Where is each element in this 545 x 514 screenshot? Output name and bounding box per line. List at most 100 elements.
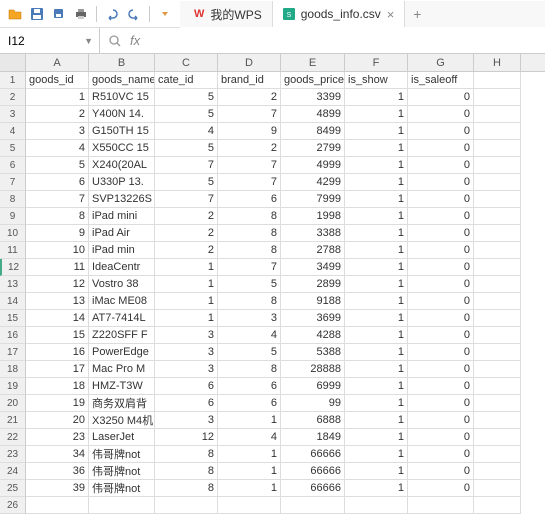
cell[interactable]: 0 <box>408 344 474 361</box>
cell[interactable]: iMac ME08 <box>89 293 155 310</box>
cell[interactable] <box>474 276 521 293</box>
cell[interactable]: 6999 <box>281 378 345 395</box>
cell[interactable]: 4 <box>218 429 281 446</box>
cell[interactable]: X3250 M4机 <box>89 412 155 429</box>
cell[interactable]: 5 <box>155 174 218 191</box>
cell[interactable] <box>474 242 521 259</box>
cell[interactable]: 1 <box>218 480 281 497</box>
cell[interactable] <box>474 225 521 242</box>
row-header[interactable]: 19 <box>0 378 26 395</box>
cell[interactable]: 6 <box>218 378 281 395</box>
cell[interactable] <box>474 89 521 106</box>
row-header[interactable]: 20 <box>0 395 26 412</box>
cell[interactable]: 伟哥牌not <box>89 446 155 463</box>
col-header[interactable]: C <box>155 54 218 71</box>
row-header[interactable]: 23 <box>0 446 26 463</box>
cell[interactable]: iPad mini <box>89 208 155 225</box>
cell[interactable]: 1 <box>218 463 281 480</box>
cell[interactable] <box>474 361 521 378</box>
row-header[interactable]: 16 <box>0 327 26 344</box>
cell[interactable]: 2 <box>155 225 218 242</box>
dropdown-icon[interactable] <box>156 5 174 23</box>
cell[interactable]: 9 <box>218 123 281 140</box>
cell[interactable]: 8 <box>218 293 281 310</box>
cell[interactable]: 0 <box>408 412 474 429</box>
cell[interactable] <box>474 191 521 208</box>
cell[interactable]: 1 <box>26 89 89 106</box>
col-header[interactable]: H <box>474 54 521 71</box>
row-header[interactable]: 5 <box>0 140 26 157</box>
cell[interactable]: 1 <box>218 412 281 429</box>
row-header[interactable]: 2 <box>0 89 26 106</box>
cell[interactable]: 9 <box>26 225 89 242</box>
add-tab-button[interactable]: + <box>405 6 429 22</box>
cell[interactable]: 6 <box>26 174 89 191</box>
cell[interactable] <box>474 378 521 395</box>
cell[interactable]: goods_name <box>89 72 155 89</box>
cell[interactable]: 23 <box>26 429 89 446</box>
cell[interactable]: 7 <box>155 157 218 174</box>
cell[interactable]: 0 <box>408 463 474 480</box>
close-icon[interactable]: × <box>387 7 395 22</box>
cell[interactable] <box>474 106 521 123</box>
print-icon[interactable] <box>72 5 90 23</box>
cell[interactable]: 1 <box>345 327 408 344</box>
cell[interactable]: 3 <box>218 310 281 327</box>
cell[interactable]: 1 <box>345 157 408 174</box>
cell[interactable]: 6 <box>218 191 281 208</box>
cell-reference-input[interactable] <box>8 34 78 48</box>
cell[interactable]: 2 <box>155 208 218 225</box>
cell[interactable]: 12 <box>26 276 89 293</box>
cell[interactable]: 15 <box>26 327 89 344</box>
cell[interactable]: G150TH 15 <box>89 123 155 140</box>
cell[interactable] <box>474 157 521 174</box>
cell[interactable]: 1 <box>345 259 408 276</box>
cell[interactable]: 0 <box>408 480 474 497</box>
cell[interactable]: 1 <box>345 446 408 463</box>
cell[interactable]: HMZ-T3W <box>89 378 155 395</box>
cell[interactable]: 1 <box>345 123 408 140</box>
cell[interactable]: X240(20AL <box>89 157 155 174</box>
cell[interactable]: 99 <box>281 395 345 412</box>
cell[interactable]: AT7-7414L <box>89 310 155 327</box>
row-header[interactable]: 22 <box>0 429 26 446</box>
cell[interactable]: 14 <box>26 310 89 327</box>
cell[interactable]: 20 <box>26 412 89 429</box>
cell[interactable]: 0 <box>408 123 474 140</box>
cell[interactable]: 3 <box>155 412 218 429</box>
cell[interactable]: 0 <box>408 327 474 344</box>
cell[interactable] <box>474 259 521 276</box>
row-header[interactable]: 18 <box>0 361 26 378</box>
cell[interactable]: 1 <box>345 429 408 446</box>
cell[interactable] <box>474 72 521 89</box>
cell[interactable]: 5 <box>218 344 281 361</box>
cell[interactable]: 17 <box>26 361 89 378</box>
cell[interactable]: 2899 <box>281 276 345 293</box>
cell[interactable]: 3 <box>155 327 218 344</box>
row-header[interactable]: 4 <box>0 123 26 140</box>
cell[interactable]: 5 <box>26 157 89 174</box>
cell[interactable]: R510VC 15 <box>89 89 155 106</box>
row-header[interactable]: 10 <box>0 225 26 242</box>
cell[interactable]: SVP13226S <box>89 191 155 208</box>
cell[interactable] <box>474 446 521 463</box>
cell[interactable]: 1 <box>155 259 218 276</box>
cell[interactable]: 5 <box>155 106 218 123</box>
cell[interactable]: 7 <box>218 106 281 123</box>
fx-icon[interactable]: fx <box>130 33 140 48</box>
cell[interactable]: 6 <box>218 395 281 412</box>
cell[interactable]: 1 <box>345 191 408 208</box>
cell[interactable]: 3499 <box>281 259 345 276</box>
cell[interactable]: 1 <box>345 89 408 106</box>
cell[interactable] <box>474 344 521 361</box>
cell[interactable]: 1 <box>345 174 408 191</box>
cell[interactable]: 0 <box>408 106 474 123</box>
col-header[interactable]: G <box>408 54 474 71</box>
col-header[interactable]: A <box>26 54 89 71</box>
cell[interactable]: 18 <box>26 378 89 395</box>
cell[interactable]: 3699 <box>281 310 345 327</box>
row-header[interactable]: 15 <box>0 310 26 327</box>
cell[interactable]: 1998 <box>281 208 345 225</box>
cell[interactable]: 商务双肩背 <box>89 395 155 412</box>
col-header[interactable]: E <box>281 54 345 71</box>
